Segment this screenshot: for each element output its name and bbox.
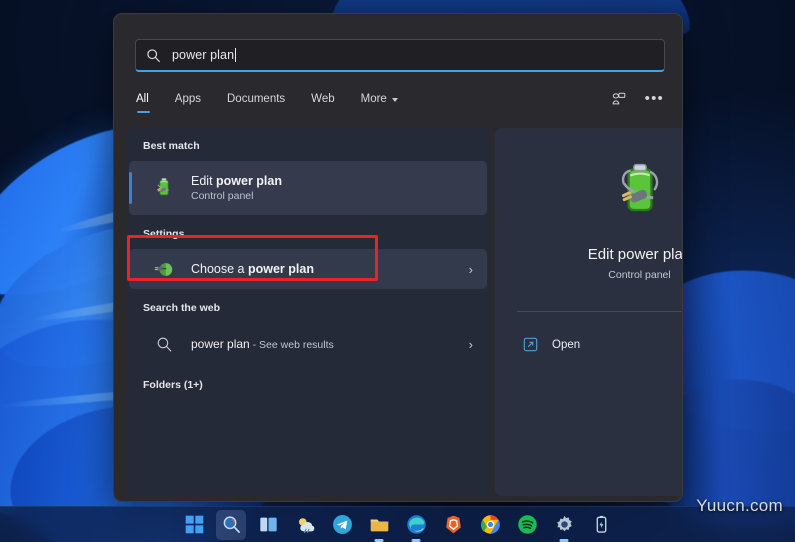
- search-button[interactable]: [216, 509, 246, 540]
- battery-power-plan-icon: [151, 175, 177, 201]
- taskbar: [0, 506, 795, 542]
- task-view-icon: [259, 517, 277, 532]
- section-header-settings: Settings: [143, 228, 185, 240]
- result-edit-power-plan[interactable]: Edit power plan Control panel: [129, 161, 487, 215]
- settings-power-plan-icon: [151, 256, 177, 282]
- external-link-icon: [523, 337, 538, 352]
- battery-power-plan-icon: [621, 163, 658, 212]
- gear-icon: [556, 515, 572, 532]
- result-title: Edit power plan: [191, 174, 282, 188]
- text-caret: [235, 48, 237, 62]
- battery-app-button[interactable]: [586, 510, 616, 540]
- search-header-actions: •••: [610, 91, 664, 116]
- result-choose-a-power-plan[interactable]: Choose a power plan ›: [129, 249, 487, 289]
- spotify-button[interactable]: [512, 510, 542, 540]
- search-icon: [223, 516, 240, 533]
- tab-more-label: More: [360, 93, 387, 105]
- section-header-folders: Folders (1+): [143, 379, 203, 391]
- tab-documents[interactable]: Documents: [227, 93, 285, 113]
- search-input-value: power plan: [172, 48, 235, 62]
- search-filter-tabs: All Apps Documents Web More •••: [136, 86, 664, 120]
- settings-button[interactable]: [549, 510, 579, 540]
- result-title-prefix: Choose a: [191, 262, 248, 276]
- tab-web-label: Web: [311, 93, 335, 105]
- tab-web[interactable]: Web: [311, 93, 334, 113]
- result-subtitle: Control panel: [191, 190, 254, 202]
- tab-documents-label: Documents: [227, 93, 286, 105]
- battery-icon: [596, 515, 606, 533]
- preview-pane: Edit power plan Control panel Open: [495, 128, 683, 496]
- section-header-search-the-web: Search the web: [143, 302, 221, 314]
- tab-more[interactable]: More: [361, 93, 398, 113]
- tab-apps[interactable]: Apps: [175, 93, 201, 113]
- edge-button[interactable]: [401, 510, 431, 540]
- open-action-label: Open: [552, 338, 581, 351]
- chevron-right-icon: ›: [468, 336, 473, 352]
- result-title-bold: power plan: [247, 262, 314, 276]
- search-input[interactable]: power plan: [135, 39, 665, 72]
- start-button[interactable]: [179, 510, 209, 540]
- watermark: Yuucn.com: [696, 496, 783, 515]
- tab-apps-label: Apps: [174, 93, 201, 105]
- desktop: power plan All Apps Documents Web More •…: [0, 0, 795, 542]
- telegram-icon: [332, 515, 352, 534]
- search-icon: [151, 331, 177, 357]
- windows-logo-icon: [185, 515, 203, 534]
- spotify-icon: [517, 515, 537, 534]
- search-flyout-panel: power plan All Apps Documents Web More •…: [113, 13, 683, 502]
- telegram-button[interactable]: [327, 510, 357, 540]
- task-view-button[interactable]: [253, 510, 283, 540]
- result-title-prefix: Edit: [191, 174, 217, 188]
- edge-icon: [406, 515, 426, 534]
- search-results-pane: Best match Edit power plan Control panel…: [127, 128, 489, 496]
- web-query: power plan: [191, 336, 250, 351]
- chevron-down-icon: [391, 97, 398, 102]
- widgets-button[interactable]: [290, 510, 320, 540]
- result-edit-power-plan-text: Edit power plan Control panel: [191, 174, 282, 202]
- result-web-search-text: power plan - See web results: [191, 336, 334, 352]
- section-header-best-match: Best match: [143, 140, 200, 152]
- widgets-weather-icon: [298, 518, 314, 534]
- result-title: Choose a power plan: [191, 262, 314, 276]
- result-title-bold: power plan: [216, 174, 282, 188]
- folder-icon: [370, 519, 388, 532]
- open-action-button[interactable]: Open: [517, 332, 682, 357]
- brave-button[interactable]: [438, 510, 468, 540]
- search-input-wrapper[interactable]: power plan: [135, 39, 665, 72]
- tab-all[interactable]: All: [136, 93, 150, 113]
- web-suffix: - See web results: [249, 338, 334, 351]
- result-web-search[interactable]: power plan - See web results ›: [129, 320, 487, 368]
- search-icon: [147, 48, 160, 62]
- chrome-button[interactable]: [475, 510, 505, 540]
- preview-subtitle: Control panel: [608, 269, 671, 281]
- tab-all-label: All: [136, 93, 149, 105]
- preview-divider: [517, 311, 682, 312]
- feedback-people-icon[interactable]: [610, 91, 627, 108]
- chrome-icon: [480, 515, 500, 534]
- more-options-button[interactable]: •••: [645, 91, 664, 106]
- file-explorer-button[interactable]: [364, 510, 394, 540]
- brave-icon: [445, 515, 461, 534]
- chevron-right-icon: ›: [468, 261, 473, 277]
- preview-title: Edit power plan: [587, 246, 683, 263]
